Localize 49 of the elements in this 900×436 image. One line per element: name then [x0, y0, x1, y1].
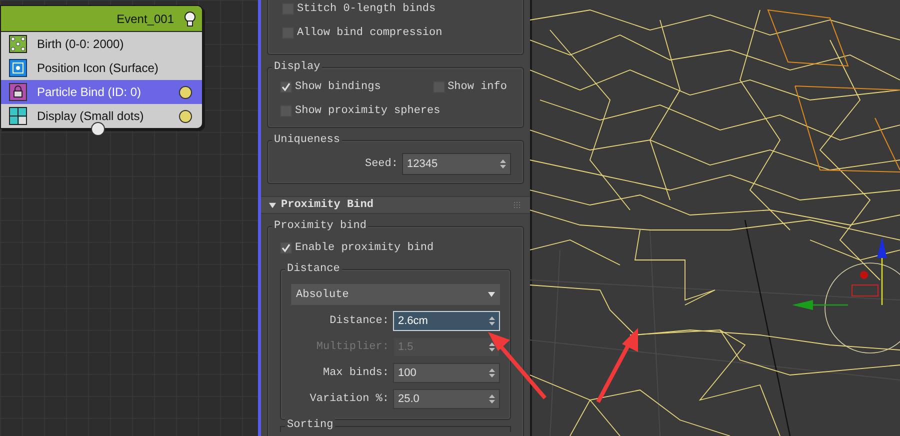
operator-row[interactable]: Display (Small dots): [1, 104, 202, 128]
event-title: Event_001: [116, 10, 174, 28]
group-title: Proximity bind: [272, 219, 368, 233]
dice-icon: [9, 35, 27, 53]
annotation-arrow: [488, 332, 547, 400]
field-label: Max binds:: [322, 366, 389, 380]
group-title: Sorting: [285, 418, 336, 432]
grid-icon: [9, 107, 27, 125]
operator-label: Display (Small dots): [37, 108, 145, 125]
spinner-arrows-icon[interactable]: [489, 394, 495, 404]
event-node[interactable]: Event_001 Birth (0-0: 2000) Position Icon (Surface) Particle Bind (ID: 0) Display (Small dots): [0, 5, 203, 129]
event-header[interactable]: Event_001: [1, 6, 202, 32]
light-bulb-icon[interactable]: [184, 10, 196, 26]
lock-icon: [9, 83, 27, 101]
check-icon: [281, 82, 291, 92]
check-icon: [281, 243, 291, 253]
group-title: Display: [272, 60, 322, 74]
checkbox[interactable]: Show bindings: [280, 80, 381, 94]
spinner-field[interactable]: 25.0: [393, 389, 500, 409]
dropdown-arrow-icon: [488, 292, 495, 297]
spinner-field[interactable]: 2.6cm: [393, 311, 500, 331]
grip-icon[interactable]: [514, 202, 520, 208]
operator-row[interactable]: Birth (0-0: 2000): [1, 32, 202, 56]
spinner-field[interactable]: 100: [393, 363, 500, 383]
operator-label: Particle Bind (ID: 0): [37, 84, 142, 101]
rollout-header[interactable]: Proximity Bind: [261, 196, 530, 214]
seed-spinner[interactable]: 12345: [402, 153, 511, 175]
output-port-icon[interactable]: [91, 122, 105, 136]
output-socket-icon[interactable]: [179, 86, 192, 98]
checkbox[interactable]: Allow bind compression: [282, 26, 509, 40]
operator-label: Birth (0-0: 2000): [37, 36, 125, 53]
field-label: Distance:: [330, 314, 389, 328]
target-icon: [9, 59, 27, 77]
checkbox[interactable]: Show info: [432, 80, 507, 94]
output-socket-icon[interactable]: [179, 110, 192, 122]
seed-label: Seed:: [364, 157, 398, 171]
checkbox[interactable]: Enable proximity bind: [280, 241, 511, 255]
operator-row[interactable]: Particle Bind (ID: 0): [1, 80, 202, 104]
checkbox[interactable]: Stitch 0-length binds: [282, 2, 509, 16]
spinner-arrows-icon[interactable]: [500, 159, 506, 169]
checkbox[interactable]: Show proximity spheres: [280, 104, 440, 118]
field-label: Variation %:: [310, 392, 389, 406]
collapse-triangle-icon[interactable]: [269, 202, 276, 208]
operator-row[interactable]: Position Icon (Surface): [1, 56, 202, 80]
operator-label: Position Icon (Surface): [37, 60, 160, 77]
group-title: Uniqueness: [272, 133, 342, 147]
mode-dropdown[interactable]: Absolute: [291, 284, 500, 305]
spinner-arrows-icon[interactable]: [489, 368, 495, 378]
spinner-arrows-icon[interactable]: [489, 316, 495, 326]
